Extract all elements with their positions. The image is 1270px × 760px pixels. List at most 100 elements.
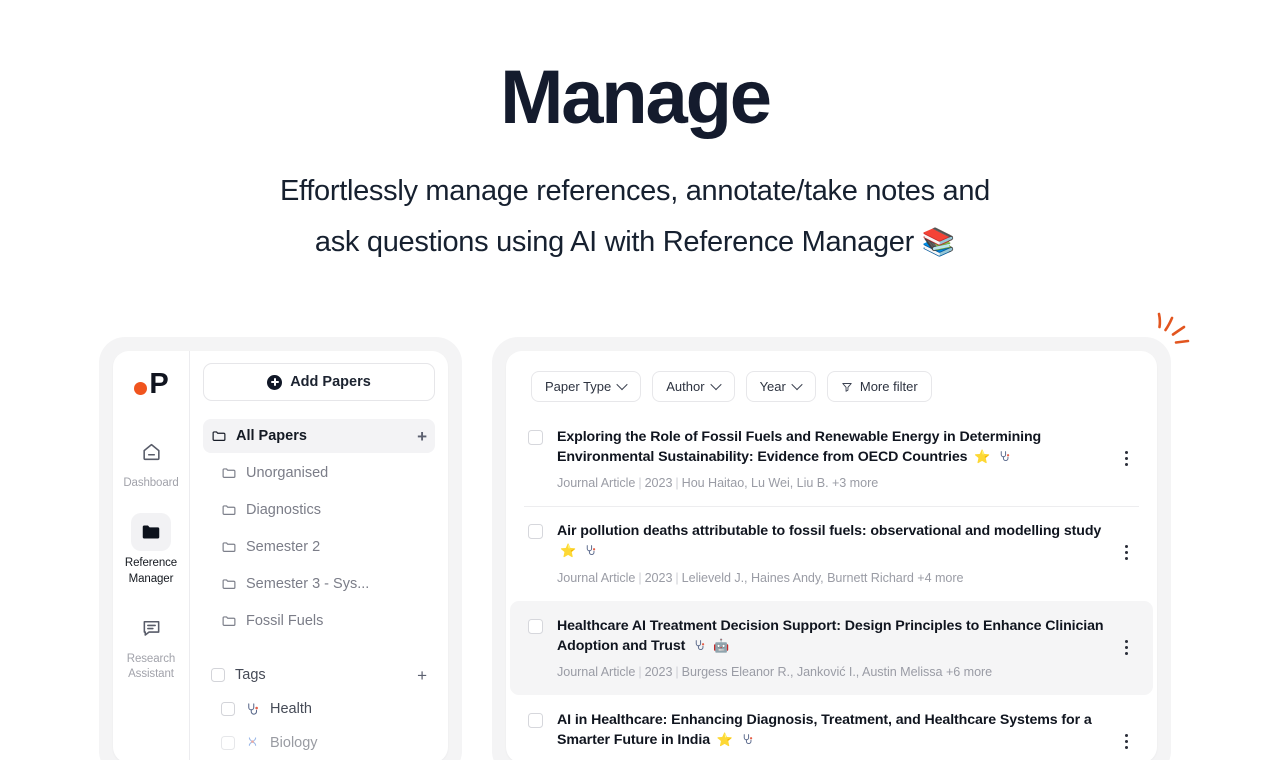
filter-more-label: More filter (859, 379, 918, 394)
paper-title: Air pollution deaths attributable to fos… (557, 521, 1109, 561)
add-tag-button[interactable]: + (417, 667, 427, 684)
folder-item-fossil-fuels[interactable]: Fossil Fuels (203, 604, 435, 638)
more-options-icon[interactable] (1115, 451, 1137, 467)
sidebar-item-research-assistant-label: Research Assistant (126, 652, 176, 681)
books-emoji-icon: 📚 (921, 227, 956, 258)
paper-meta: Journal Article | 2023 | Lelieveld J., Haine… (557, 571, 1109, 585)
filter-paper-type[interactable]: Paper Type (531, 371, 642, 402)
paper-checkbox[interactable] (528, 712, 543, 728)
app-logo[interactable]: P (134, 367, 169, 400)
folder-icon (222, 542, 236, 552)
folder-icon (222, 505, 236, 515)
more-options-icon[interactable] (1115, 734, 1137, 750)
paper-meta: Journal Article | 2023 | Hou Haitao, Lu Wei,… (557, 476, 1109, 490)
papers-card: Paper Type Author Year More filter Explo… (492, 337, 1171, 760)
paper-meta: Journal Article | 2023 | Burgess Eleanor R.,… (557, 665, 1109, 679)
folder-item-unorganised[interactable]: Unorganised (203, 456, 435, 490)
folder-icon (222, 579, 236, 589)
star-icon: ⭐ (560, 543, 577, 559)
paper-type: Journal Article (557, 570, 636, 585)
tag-item-health[interactable]: Health (203, 692, 435, 726)
folder-icon (222, 616, 236, 626)
filter-author[interactable]: Author (652, 371, 735, 402)
table-row[interactable]: Air pollution deaths attributable to fos… (510, 506, 1153, 600)
more-options-icon[interactable] (1115, 545, 1137, 561)
chevron-down-icon (618, 382, 627, 391)
page-root: Manage Effortlessly manage references, a… (0, 0, 1270, 760)
sidebar-item-research-assistant[interactable]: Research Assistant (119, 609, 183, 683)
hero-section: Manage Effortlessly manage references, a… (0, 0, 1270, 269)
sidebar-item-dashboard[interactable]: Dashboard (119, 433, 183, 491)
stethoscope-icon (743, 734, 753, 745)
paper-title-text: Healthcare AI Treatment Decision Support… (557, 617, 1104, 654)
folder-item-semester-3-label: Semester 3 - Sys... (246, 576, 370, 592)
tags-header[interactable]: Tags + (203, 658, 435, 692)
filter-more[interactable]: More filter (826, 371, 932, 402)
paper-checkbox[interactable] (528, 618, 543, 634)
stethoscope-icon (586, 545, 596, 556)
robot-icon: 🤖 (712, 637, 730, 653)
nav-rail: P Dashboard Reference Manager Research A… (113, 351, 190, 760)
tags-checkbox[interactable] (211, 668, 225, 682)
sidebar-item-reference-manager[interactable]: Reference Manager (119, 513, 183, 587)
page-subtitle: Effortlessly manage references, annotate… (0, 166, 1270, 269)
folder-item-unorganised-label: Unorganised (246, 465, 329, 481)
stethoscope-icon (1000, 451, 1010, 462)
logo-dot-icon (134, 381, 148, 395)
sidebar-card: P Dashboard Reference Manager Research A… (99, 337, 462, 760)
paper-title: AI in Healthcare: Enhancing Diagnosis, T… (557, 710, 1109, 750)
paper-checkbox[interactable] (528, 524, 543, 540)
folder-item-diagnostics-label: Diagnostics (246, 502, 321, 518)
add-folder-button[interactable]: + (417, 428, 427, 445)
add-papers-label: Add Papers (290, 374, 371, 390)
papers-main: Paper Type Author Year More filter Explo… (506, 351, 1157, 760)
sidebar-panel: P Dashboard Reference Manager Research A… (113, 351, 448, 760)
stethoscope-icon (248, 702, 258, 715)
star-icon: ⭐ (716, 732, 733, 748)
filter-year[interactable]: Year (745, 371, 816, 402)
paper-body: Exploring the Role of Fossil Fuels and R… (543, 427, 1109, 490)
subtitle-line-2: ask questions using AI with Reference Ma… (0, 217, 1270, 269)
folder-item-semester-3[interactable]: Semester 3 - Sys... (203, 567, 435, 601)
table-row[interactable]: Healthcare AI Treatment Decision Support… (510, 600, 1153, 695)
folder-icon (222, 468, 236, 478)
paper-authors: Burgess Eleanor R., Janković I., Austin … (681, 664, 993, 679)
app-screenshot: P Dashboard Reference Manager Research A… (99, 337, 1171, 760)
paper-list: Exploring the Role of Fossil Fuels and R… (506, 412, 1157, 760)
chevron-down-icon (793, 382, 802, 391)
paper-authors: Hou Haitao, Lu Wei, Liu B. +3 more (681, 476, 879, 491)
meta-sep: | (638, 476, 642, 491)
more-options-icon[interactable] (1115, 639, 1137, 655)
dna-icon (248, 736, 257, 746)
table-row[interactable]: Exploring the Role of Fossil Fuels and R… (510, 412, 1153, 506)
tag-biology-checkbox[interactable] (221, 736, 235, 750)
sidebar-item-reference-manager-label: Reference Manager (124, 557, 178, 585)
folder-item-diagnostics[interactable]: Diagnostics (203, 493, 435, 527)
paper-title-text: AI in Healthcare: Enhancing Diagnosis, T… (557, 711, 1092, 749)
paper-year: 2023 (644, 664, 673, 679)
stethoscope-icon (695, 639, 705, 650)
logo-letter: P (149, 367, 168, 400)
folder-filled-icon (131, 513, 171, 552)
star-icon: ⭐ (974, 449, 991, 465)
meta-sep: | (675, 664, 679, 679)
table-row[interactable]: AI in Healthcare: Enhancing Diagnosis, T… (510, 695, 1153, 760)
folder-item-semester-2[interactable]: Semester 2 (203, 530, 435, 564)
plus-circle-icon (267, 374, 283, 390)
paper-body: Air pollution deaths attributable to fos… (543, 521, 1109, 584)
meta-sep: | (675, 570, 679, 585)
filter-year-label: Year (759, 379, 786, 394)
add-papers-button[interactable]: Add Papers (203, 363, 435, 401)
meta-sep: | (638, 664, 642, 679)
tag-health-checkbox[interactable] (221, 702, 235, 716)
folder-column: Add Papers All Papers + Unorganised Diag… (190, 351, 448, 760)
folder-item-semester-2-label: Semester 2 (246, 539, 321, 555)
tag-item-biology[interactable]: Biology (203, 726, 435, 760)
sidebar: P Dashboard Reference Manager Research A… (113, 351, 448, 760)
sidebar-item-dashboard-label: Dashboard (123, 477, 179, 489)
paper-checkbox[interactable] (528, 430, 543, 445)
folder-item-all-papers[interactable]: All Papers + (203, 419, 435, 453)
subtitle-line-1: Effortlessly manage references, annotate… (279, 174, 991, 207)
folder-icon (212, 431, 226, 441)
paper-year: 2023 (644, 476, 673, 491)
